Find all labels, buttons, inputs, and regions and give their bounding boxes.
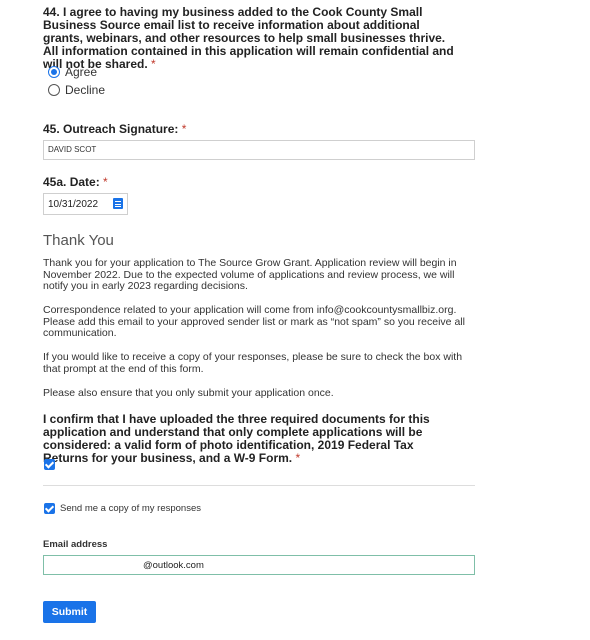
send-copy-label: Send me a copy of my responses: [60, 503, 201, 514]
radio-decline[interactable]: Decline: [43, 81, 105, 99]
divider: [43, 485, 475, 486]
question-44: 44. I agree to having my business added …: [43, 6, 463, 71]
radio-agree[interactable]: Agree: [43, 63, 97, 81]
signature-input[interactable]: DAVID SCOT: [43, 140, 475, 160]
confirm-question: I confirm that I have uploaded the three…: [43, 413, 453, 465]
thank-you-paragraph-3: If you would like to receive a copy of y…: [43, 351, 463, 375]
date-input[interactable]: 10/31/2022: [43, 193, 128, 215]
radio-decline-button[interactable]: [48, 84, 60, 96]
question-45a-label: 45a. Date: *: [43, 176, 108, 189]
send-copy-checkbox[interactable]: [44, 503, 55, 514]
submit-button[interactable]: Submit: [43, 601, 96, 623]
question-45-label: 45. Outreach Signature: *: [43, 123, 186, 136]
thank-you-paragraph-1: Thank you for your application to The So…: [43, 257, 457, 292]
radio-agree-label: Agree: [65, 65, 98, 79]
required-mark: *: [103, 175, 108, 189]
email-input[interactable]: @outlook.com: [43, 555, 475, 575]
calendar-icon[interactable]: [113, 198, 123, 209]
question-44-text: 44. I agree to having my business added …: [43, 5, 454, 71]
required-mark: *: [151, 57, 156, 71]
email-label: Email address: [43, 539, 108, 550]
question-45-text: 45. Outreach Signature:: [43, 122, 179, 136]
radio-agree-button[interactable]: [48, 66, 60, 78]
checkbox-checked-icon[interactable]: [44, 459, 55, 470]
confirm-text: I confirm that I have uploaded the three…: [43, 412, 430, 465]
date-value: 10/31/2022: [48, 199, 99, 210]
radio-decline-label: Decline: [65, 83, 106, 97]
required-mark: *: [181, 122, 187, 136]
send-copy-row[interactable]: Send me a copy of my responses: [44, 503, 201, 514]
thank-you-heading: Thank You: [43, 232, 114, 249]
required-mark: *: [295, 451, 301, 465]
question-45a-text: 45a. Date:: [43, 175, 100, 189]
email-value: @outlook.com: [143, 560, 204, 571]
thank-you-paragraph-4: Please also ensure that you only submit …: [43, 387, 334, 399]
confirm-checkbox[interactable]: [44, 457, 55, 475]
thank-you-paragraph-2: Correspondence related to your applicati…: [43, 304, 465, 339]
